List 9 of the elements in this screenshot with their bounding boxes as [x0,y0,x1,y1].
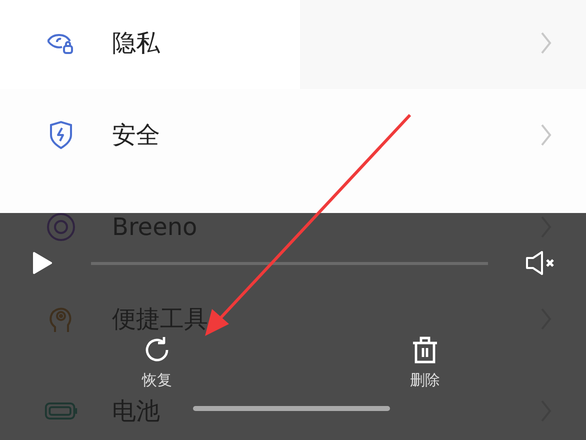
play-icon[interactable] [32,251,52,275]
trash-icon [410,335,440,365]
restore-button[interactable]: 恢复 [137,335,177,390]
mute-icon[interactable] [524,249,556,277]
settings-label: 安全 [112,120,160,151]
chevron-icon [540,31,552,55]
settings-label: 隐私 [112,28,160,59]
delete-button[interactable]: 删除 [405,335,445,390]
chevron-icon [540,123,552,147]
